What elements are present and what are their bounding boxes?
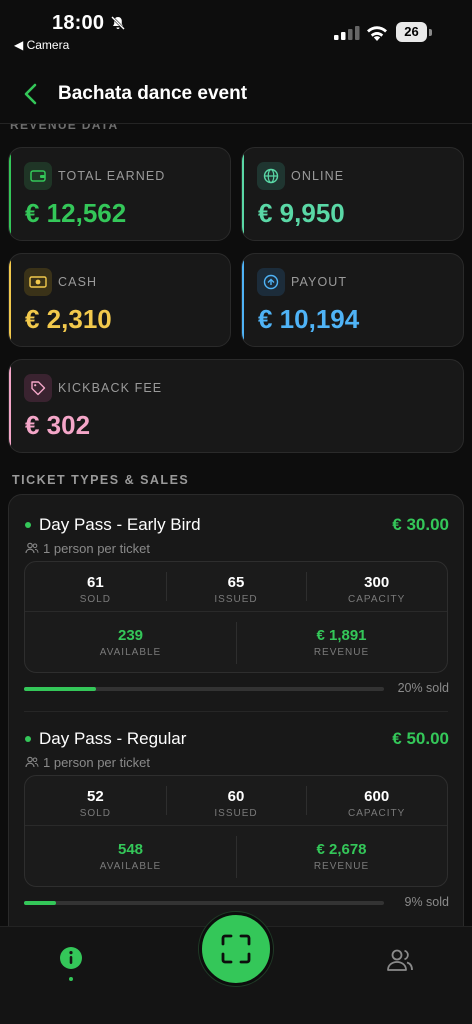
active-dot [25, 736, 31, 742]
globe-icon [257, 162, 285, 190]
sold-stat: 61 SOLD [79, 574, 111, 605]
sold-progress-bar [24, 687, 384, 691]
sold-progress-fill [24, 901, 57, 905]
active-tab-indicator [69, 977, 73, 981]
payout-card: PAYOUT € 10,194 [241, 253, 464, 347]
status-bar: 18:00 ◀ Camera 26 [0, 0, 472, 60]
revenue-stat: € 1,891 REVENUE [236, 612, 447, 674]
card-label: KICKBACK FEE [58, 381, 163, 395]
battery-indicator: 26 [396, 22, 432, 42]
divider [24, 711, 448, 712]
card-label: CASH [58, 275, 98, 289]
card-label: PAYOUT [291, 275, 348, 289]
ticket-price: € 30.00 [392, 515, 449, 534]
sold-percent: 9% sold [404, 895, 449, 909]
card-value: € 302 [25, 410, 91, 440]
back-arrow-icon[interactable] [18, 80, 46, 108]
ticket-per-person: 1 person per ticket [43, 541, 150, 556]
kickback-fee-card: KICKBACK FEE € 302 [8, 359, 464, 453]
people-icon [25, 756, 39, 768]
wallet-icon [24, 162, 52, 190]
page-title: Bachata dance event [58, 83, 248, 104]
card-value: € 12,562 [25, 198, 127, 228]
ticket-price: € 50.00 [392, 729, 449, 748]
available-stat: 239 AVAILABLE [99, 627, 162, 658]
sold-stat: 52 SOLD [79, 788, 111, 819]
app-header: Bachata dance event [0, 66, 472, 124]
ticket-per-person: 1 person per ticket [43, 755, 150, 770]
banknote-icon [24, 268, 52, 296]
card-label: TOTAL EARNED [58, 169, 166, 183]
ticket-stats: 52 SOLD 60 ISSUED 600 CAPACITY 548 AVAILABLE… [24, 775, 448, 887]
issued-stat: 65 ISSUED [165, 562, 307, 611]
card-value: € 2,310 [25, 304, 112, 334]
people-icon [25, 542, 39, 554]
battery-level: 26 [396, 22, 427, 42]
info-icon[interactable] [58, 945, 84, 971]
revenue-section-label: REVENUE DATA [10, 124, 119, 132]
revenue-stat: € 2,678 REVENUE [236, 826, 447, 888]
capacity-stat: 300 CAPACITY [306, 562, 447, 611]
wifi-icon [367, 26, 387, 41]
payout-icon [257, 268, 285, 296]
capacity-stat: 600 CAPACITY [306, 776, 447, 825]
scan-icon [221, 934, 251, 964]
people-icon[interactable] [386, 947, 414, 973]
cash-card: CASH € 2,310 [8, 253, 231, 347]
total-earned-card: TOTAL EARNED € 12,562 [8, 147, 231, 241]
ticket-types-section-label: TICKET TYPES & SALES [12, 473, 190, 487]
bell-muted-icon [111, 16, 125, 30]
card-value: € 10,194 [258, 304, 360, 334]
sold-percent: 20% sold [397, 681, 449, 695]
status-time: 18:00 [52, 12, 105, 34]
sold-progress-fill [24, 687, 96, 691]
issued-stat: 60 ISSUED [165, 776, 307, 825]
ticket-name: Day Pass - Regular [39, 729, 187, 748]
online-card: ONLINE € 9,950 [241, 147, 464, 241]
sold-progress-bar [24, 901, 384, 905]
signal-icon [334, 26, 360, 40]
available-stat: 548 AVAILABLE [99, 841, 162, 872]
card-value: € 9,950 [258, 198, 345, 228]
back-to-camera-link[interactable]: ◀ Camera [14, 38, 69, 52]
active-dot [25, 522, 31, 528]
scan-ticket-button[interactable] [199, 912, 273, 986]
event-content[interactable]: REVENUE DATA TOTAL EARNED € 12,562 ONLIN… [0, 124, 472, 926]
card-label: ONLINE [291, 169, 345, 183]
tag-icon [24, 374, 52, 402]
ticket-stats: 61 SOLD 65 ISSUED 300 CAPACITY 239 AVAILABLE… [24, 561, 448, 673]
ticket-types-list: Day Pass - Early Bird € 30.00 1 person p… [8, 494, 464, 926]
ticket-name: Day Pass - Early Bird [39, 515, 201, 534]
